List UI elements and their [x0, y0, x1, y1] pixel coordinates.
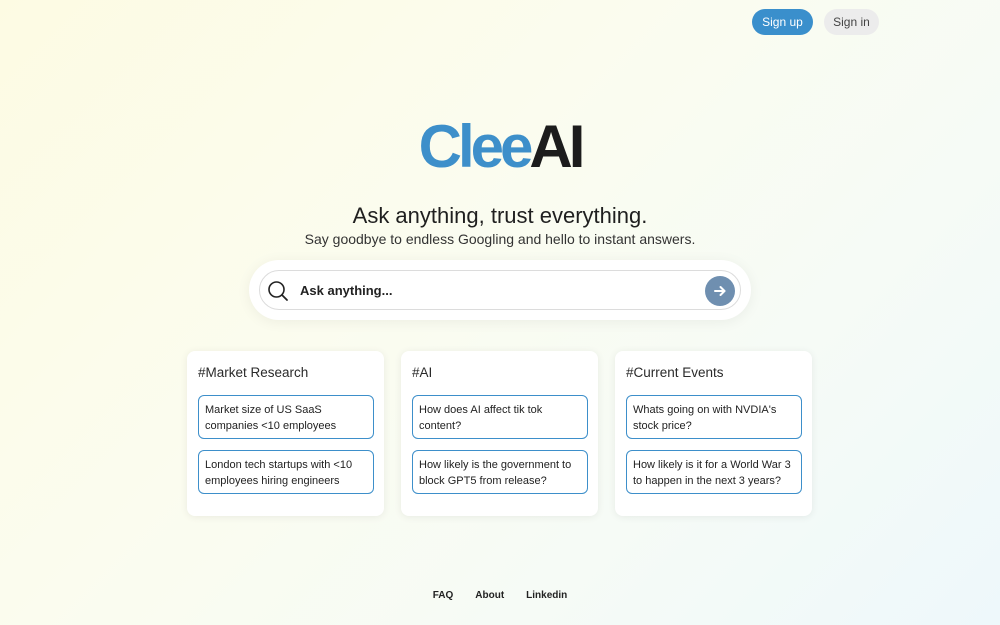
topic-card-title: #Current Events: [626, 365, 724, 380]
footer-link-faq[interactable]: FAQ: [433, 590, 454, 601]
sign-up-button[interactable]: Sign up: [752, 9, 813, 35]
suggested-question[interactable]: Whats going on with NVDIA's stock price?: [626, 395, 802, 439]
topic-card-title: #Market Research: [198, 365, 309, 380]
logo: CleeAI: [0, 112, 1000, 182]
submit-search-button[interactable]: [705, 276, 735, 306]
page-subheadline: Say goodbye to endless Googling and hell…: [304, 231, 696, 247]
logo-part-clee: Clee: [418, 113, 534, 180]
topic-card-ai: #AI How does AI affect tik tok content? …: [401, 351, 598, 516]
logo-part-ai: AI: [529, 113, 585, 180]
suggested-question[interactable]: How likely is it for a World War 3 to ha…: [626, 450, 802, 494]
arrow-right-icon: [714, 286, 726, 296]
auth-buttons: Sign up Sign in: [752, 9, 879, 35]
search-bar: [259, 270, 741, 310]
search-input[interactable]: [300, 276, 690, 304]
suggested-question[interactable]: Market size of US SaaS companies <10 emp…: [198, 395, 374, 439]
page-headline: Ask anything, trust everything.: [352, 203, 648, 228]
suggested-question[interactable]: How does AI affect tik tok content?: [412, 395, 588, 439]
search-container: [249, 260, 751, 320]
footer-links: FAQ About Linkedin: [0, 590, 1000, 601]
search-icon: [268, 281, 288, 301]
footer-link-about[interactable]: About: [475, 590, 504, 601]
topic-card-market-research: #Market Research Market size of US SaaS …: [187, 351, 384, 516]
topic-card-current-events: #Current Events Whats going on with NVDI…: [615, 351, 812, 516]
sign-in-button[interactable]: Sign in: [824, 9, 879, 35]
topic-card-title: #AI: [412, 365, 433, 380]
suggested-question[interactable]: London tech startups with <10 employees …: [198, 450, 374, 494]
footer-link-linkedin[interactable]: Linkedin: [526, 590, 567, 601]
suggested-question[interactable]: How likely is the government to block GP…: [412, 450, 588, 494]
